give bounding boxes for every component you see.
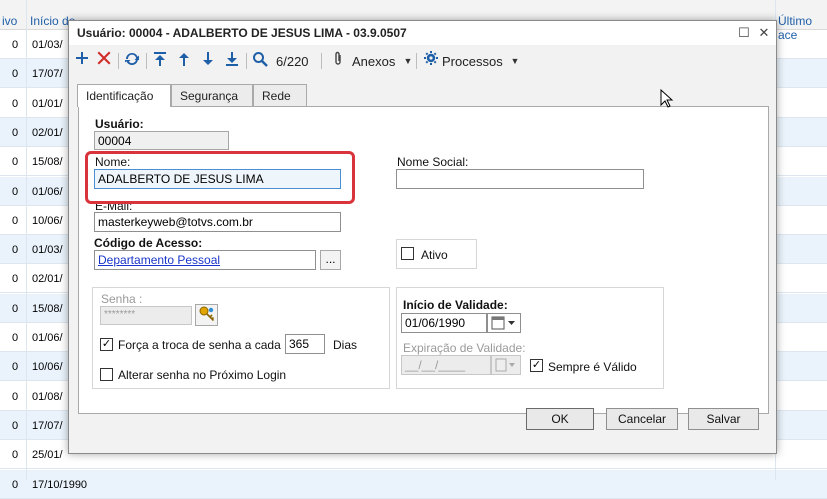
dias-label: Dias <box>333 338 358 352</box>
table-cell: 02/01/ <box>32 273 63 286</box>
nome-highlight-box <box>85 151 355 204</box>
table-cell: 0 <box>12 273 19 286</box>
table-cell: 17/10/1990 <box>32 478 88 491</box>
key-button[interactable] <box>195 304 218 326</box>
ok-button[interactable]: OK <box>526 408 594 430</box>
table-cell: 0 <box>12 332 19 344</box>
next-record-icon[interactable] <box>199 51 217 71</box>
save-button[interactable]: Salvar <box>688 408 759 430</box>
inicio-validade-field[interactable]: 01/06/1990 <box>401 313 487 333</box>
usuario-field[interactable]: 00004 <box>94 131 229 150</box>
calendar-icon <box>495 358 515 372</box>
inicio-validade-label: Início de Validade: <box>403 298 508 312</box>
dias-field[interactable]: 365 <box>285 334 325 354</box>
table-cell: 0 <box>12 97 19 110</box>
calendar-button[interactable] <box>487 313 521 333</box>
table-cell: 0 <box>12 185 19 198</box>
calendar-icon <box>491 316 515 330</box>
usuario-label: Usuário: <box>95 117 144 131</box>
table-cell: 01/03/ <box>32 39 63 51</box>
table-cell: 01/06/ <box>32 332 63 344</box>
toolbar-separator <box>246 53 247 69</box>
sempre-valido-checkbox[interactable]: ✓ <box>530 359 543 372</box>
toolbar-separator <box>416 53 417 69</box>
tab-rede[interactable]: Rede <box>253 84 307 106</box>
expiracao-field[interactable]: __/__/____ <box>401 355 491 375</box>
table-cell: 01/03/ <box>32 244 63 257</box>
tab-identificacao[interactable]: Identificação <box>77 84 171 107</box>
table-cell: 01/08/ <box>32 390 63 403</box>
toolbar: 6/220 Anexos ▼ Processos ▼ <box>69 45 776 77</box>
grid-divider <box>26 0 27 480</box>
gear-icon[interactable] <box>422 51 440 71</box>
maximize-icon[interactable]: ☐ <box>735 24 753 42</box>
table-cell: 0 <box>12 126 19 139</box>
browse-button[interactable]: ... <box>320 250 341 270</box>
table-cell: 0 <box>12 39 19 51</box>
record-counter: 6/220 <box>276 54 309 69</box>
cancel-button[interactable]: Cancelar <box>606 408 678 430</box>
grid-header-col0[interactable]: ivo <box>2 14 17 28</box>
table-cell: 25/01/ <box>32 449 63 462</box>
delete-icon[interactable] <box>95 51 113 71</box>
previous-record-icon[interactable] <box>175 51 193 71</box>
refresh-icon[interactable] <box>123 51 141 71</box>
ativo-checkbox[interactable] <box>401 247 414 260</box>
table-cell: 02/01/ <box>32 126 63 139</box>
table-cell: 0 <box>12 68 19 81</box>
table-cell: 15/08/ <box>32 156 63 169</box>
table-cell: 10/06/ <box>32 214 63 227</box>
processos-menu[interactable]: Processos <box>442 54 503 69</box>
key-icon <box>199 306 214 322</box>
close-icon[interactable]: ✕ <box>755 24 773 42</box>
forca-troca-label: Força a troca de senha a cada <box>118 338 281 352</box>
email-field[interactable]: masterkeyweb@totvs.com.br <box>94 212 341 232</box>
table-cell: 17/07/ <box>32 68 63 81</box>
nome-social-field[interactable] <box>396 169 644 189</box>
search-icon[interactable] <box>251 51 269 71</box>
table-row[interactable]: 0 17/10/1990 <box>0 469 827 499</box>
table-cell: 0 <box>12 449 19 462</box>
tab-seguranca[interactable]: Segurança <box>171 84 253 106</box>
toolbar-separator <box>321 53 322 69</box>
chevron-down-icon[interactable]: ▼ <box>506 51 524 71</box>
table-cell: 0 <box>12 390 19 403</box>
forca-troca-checkbox[interactable]: ✓ <box>100 338 113 351</box>
table-cell: 0 <box>12 156 19 169</box>
ativo-label: Ativo <box>421 248 448 262</box>
mouse-cursor-icon <box>660 89 674 108</box>
first-record-icon[interactable] <box>151 51 169 71</box>
anexos-menu[interactable]: Anexos <box>352 54 395 69</box>
senha-field[interactable]: ******** <box>100 306 192 325</box>
dialog-titlebar[interactable]: Usuário: 00004 - ADALBERTO DE JESUS LIMA… <box>69 21 776 45</box>
nome-social-label: Nome Social: <box>397 155 469 169</box>
dialog-title: Usuário: 00004 - ADALBERTO DE JESUS LIMA… <box>77 26 407 40</box>
table-cell: 17/07/ <box>32 419 63 432</box>
alterar-senha-label: Alterar senha no Próximo Login <box>118 368 287 382</box>
chevron-down-icon[interactable]: ▼ <box>399 51 417 71</box>
table-cell: 0 <box>12 244 19 257</box>
table-cell: 01/06/ <box>32 185 63 198</box>
table-cell: 0 <box>12 214 19 227</box>
paperclip-icon[interactable] <box>329 51 347 71</box>
codigo-acesso-field[interactable]: Departamento Pessoal <box>94 250 316 270</box>
table-cell: 01/01/ <box>32 97 63 110</box>
alterar-senha-checkbox[interactable] <box>100 368 113 381</box>
toolbar-separator <box>146 53 147 69</box>
add-icon[interactable] <box>73 51 91 71</box>
table-cell: 15/08/ <box>32 302 63 315</box>
last-record-icon[interactable] <box>223 51 241 71</box>
table-cell: 0 <box>12 419 19 432</box>
table-cell: 0 <box>12 302 19 315</box>
codigo-acesso-label: Código de Acesso: <box>94 236 203 250</box>
table-cell: 10/06/ <box>32 361 63 374</box>
calendar-button-disabled[interactable] <box>491 355 521 375</box>
expiracao-label: Expiração de Validade: <box>403 341 526 355</box>
sempre-valido-label: Sempre é Válido <box>548 360 637 374</box>
senha-label: Senha : <box>101 292 143 306</box>
table-cell: 0 <box>12 478 19 491</box>
toolbar-separator <box>118 53 119 69</box>
table-cell: 0 <box>12 361 19 374</box>
